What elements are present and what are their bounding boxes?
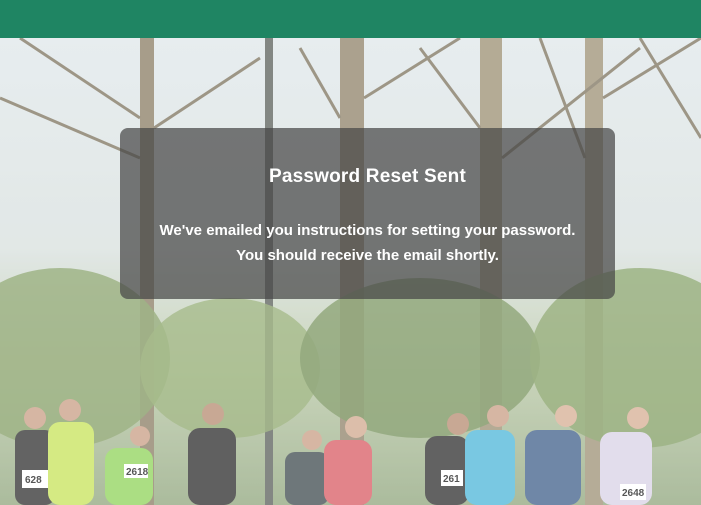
password-reset-notice: Password Reset Sent We've emailed you in… xyxy=(120,128,615,299)
notice-message-line-2: You should receive the email shortly. xyxy=(236,247,499,264)
notice-title: Password Reset Sent xyxy=(268,166,467,187)
top-header-bar xyxy=(0,0,701,38)
notice-message-line-1: We've emailed you instructions for setti… xyxy=(159,222,576,239)
